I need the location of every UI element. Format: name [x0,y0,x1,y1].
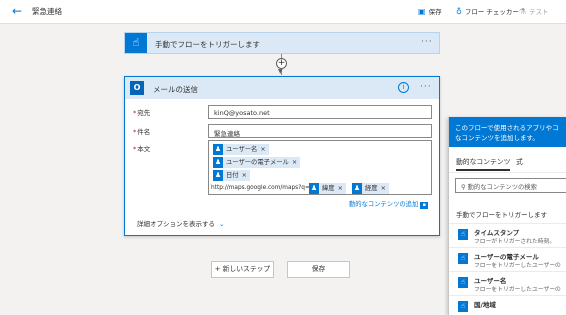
test-label: テスト [529,8,549,16]
arrow-down-icon: ▼ [278,68,283,75]
dynamic-content-panel: このフローで使用されるアプリやコ なコンテンツを追加します。 動的なコンテンツ … [448,117,566,315]
hand-touch-icon: ☝ [458,277,468,288]
list-item-timestamp[interactable]: ☝ タイムスタンプ フローがトリガーされた時刻。 [449,223,566,247]
hand-touch-icon: ☝ [458,229,468,240]
test-button[interactable]: ⚗ テスト [519,6,549,16]
list-item-user-email[interactable]: ☝ ユーザーの電子メール フローをトリガーしたユーザーの [449,247,566,271]
to-label: *宛先 [133,109,151,117]
panel-section-title: 手動でフローをトリガーします [456,211,547,219]
panel-header-line: このフローで使用されるアプリやコ [455,124,559,132]
hand-touch-icon: ☝ [125,33,147,53]
search-icon: ⚲ [461,184,468,191]
body-label: *本文 [133,145,151,153]
maps-url-text: http://maps.google.com/maps?q= [211,185,310,191]
dynamic-content-icon: ▪ [420,202,429,209]
tab-dynamic-content[interactable]: 動的なコンテンツ [456,156,511,171]
dynamic-content-search[interactable]: ⚲ 動的なコンテンツの検索 [455,178,566,193]
remove-token-icon[interactable]: × [260,146,265,153]
trigger-card[interactable]: ☝ 手動でフローをトリガーします ··· [124,32,440,54]
subject-label: *件名 [133,128,151,136]
person-icon: ♟ [309,183,319,194]
list-item-country[interactable]: ☝ 国/地域 [449,295,566,315]
stethoscope-icon: ♁ [456,7,462,16]
person-icon: ♟ [213,157,223,168]
send-mail-card: O メールの送信 i ··· *宛先 kinQ@yosato.net *件名 緊… [124,76,440,236]
save-toolbar-label: 保存 [428,8,442,16]
token-user-email[interactable]: ♟ ユーザーの電子メール × [213,157,301,168]
person-icon: ♟ [213,170,223,181]
flow-title: 緊急連絡 [32,7,62,16]
subject-field[interactable]: 緊急連絡 [208,124,432,138]
send-mail-title: メールの送信 [153,85,198,94]
flask-icon: ⚗ [519,7,527,16]
save-button[interactable]: 保存 [287,261,350,278]
mail-menu-icon[interactable]: ··· [420,82,432,92]
add-dynamic-content-link[interactable]: 動的なコンテンツの追加 ▪ [349,199,429,209]
save-icon: ▣ [418,7,426,16]
send-mail-header[interactable]: O メールの送信 i ··· [125,77,439,99]
flow-checker-button[interactable]: ♁ フロー チェッカー [456,6,519,16]
panel-header: このフローで使用されるアプリやコ なコンテンツを追加します。 [449,117,566,147]
body-field[interactable]: ♟ ユーザー名 × ♟ ユーザーの電子メール × ♟ 日付 × http://maps.go… [208,140,432,195]
outlook-icon: O [130,81,144,95]
remove-token-icon[interactable]: × [292,159,297,166]
info-icon[interactable]: i [398,82,409,93]
save-toolbar-button[interactable]: ▣ 保存 [418,6,442,16]
person-icon: ♟ [213,144,223,155]
remove-token-icon[interactable]: × [338,185,343,192]
new-step-button[interactable]: + 新しいステップ [211,261,274,278]
person-icon: ♟ [352,183,362,194]
remove-token-icon[interactable]: × [242,172,247,179]
tab-expression[interactable]: 式 [516,156,523,166]
token-longitude[interactable]: ♟ 経度 × [352,183,389,194]
show-advanced-options[interactable]: 詳細オプションを表示する ⌄ [137,218,224,228]
chevron-down-icon: ⌄ [219,220,225,228]
flow-checker-label: フロー チェッカー [464,8,519,16]
list-item-user-name[interactable]: ☝ ユーザー名 フローをトリガーしたユーザーの [449,271,566,295]
trigger-menu-icon[interactable]: ··· [421,37,433,47]
remove-token-icon[interactable]: × [381,185,386,192]
back-arrow-icon[interactable]: ← [12,4,22,18]
hand-touch-icon: ☝ [458,301,468,312]
token-user-name[interactable]: ♟ ユーザー名 × [213,144,269,155]
panel-header-line: なコンテンツを追加します。 [455,134,539,142]
trigger-title: 手動でフローをトリガーします [155,40,260,49]
top-bar: ← 緊急連絡 ▣ 保存 ♁ フロー チェッカー ⚗ テスト [0,0,566,24]
token-latitude[interactable]: ♟ 緯度 × [309,183,346,194]
token-date[interactable]: ♟ 日付 × [213,170,250,181]
to-field[interactable]: kinQ@yosato.net [208,105,432,119]
hand-touch-icon: ☝ [458,253,468,264]
panel-tabs: 動的なコンテンツ 式 [449,147,566,173]
